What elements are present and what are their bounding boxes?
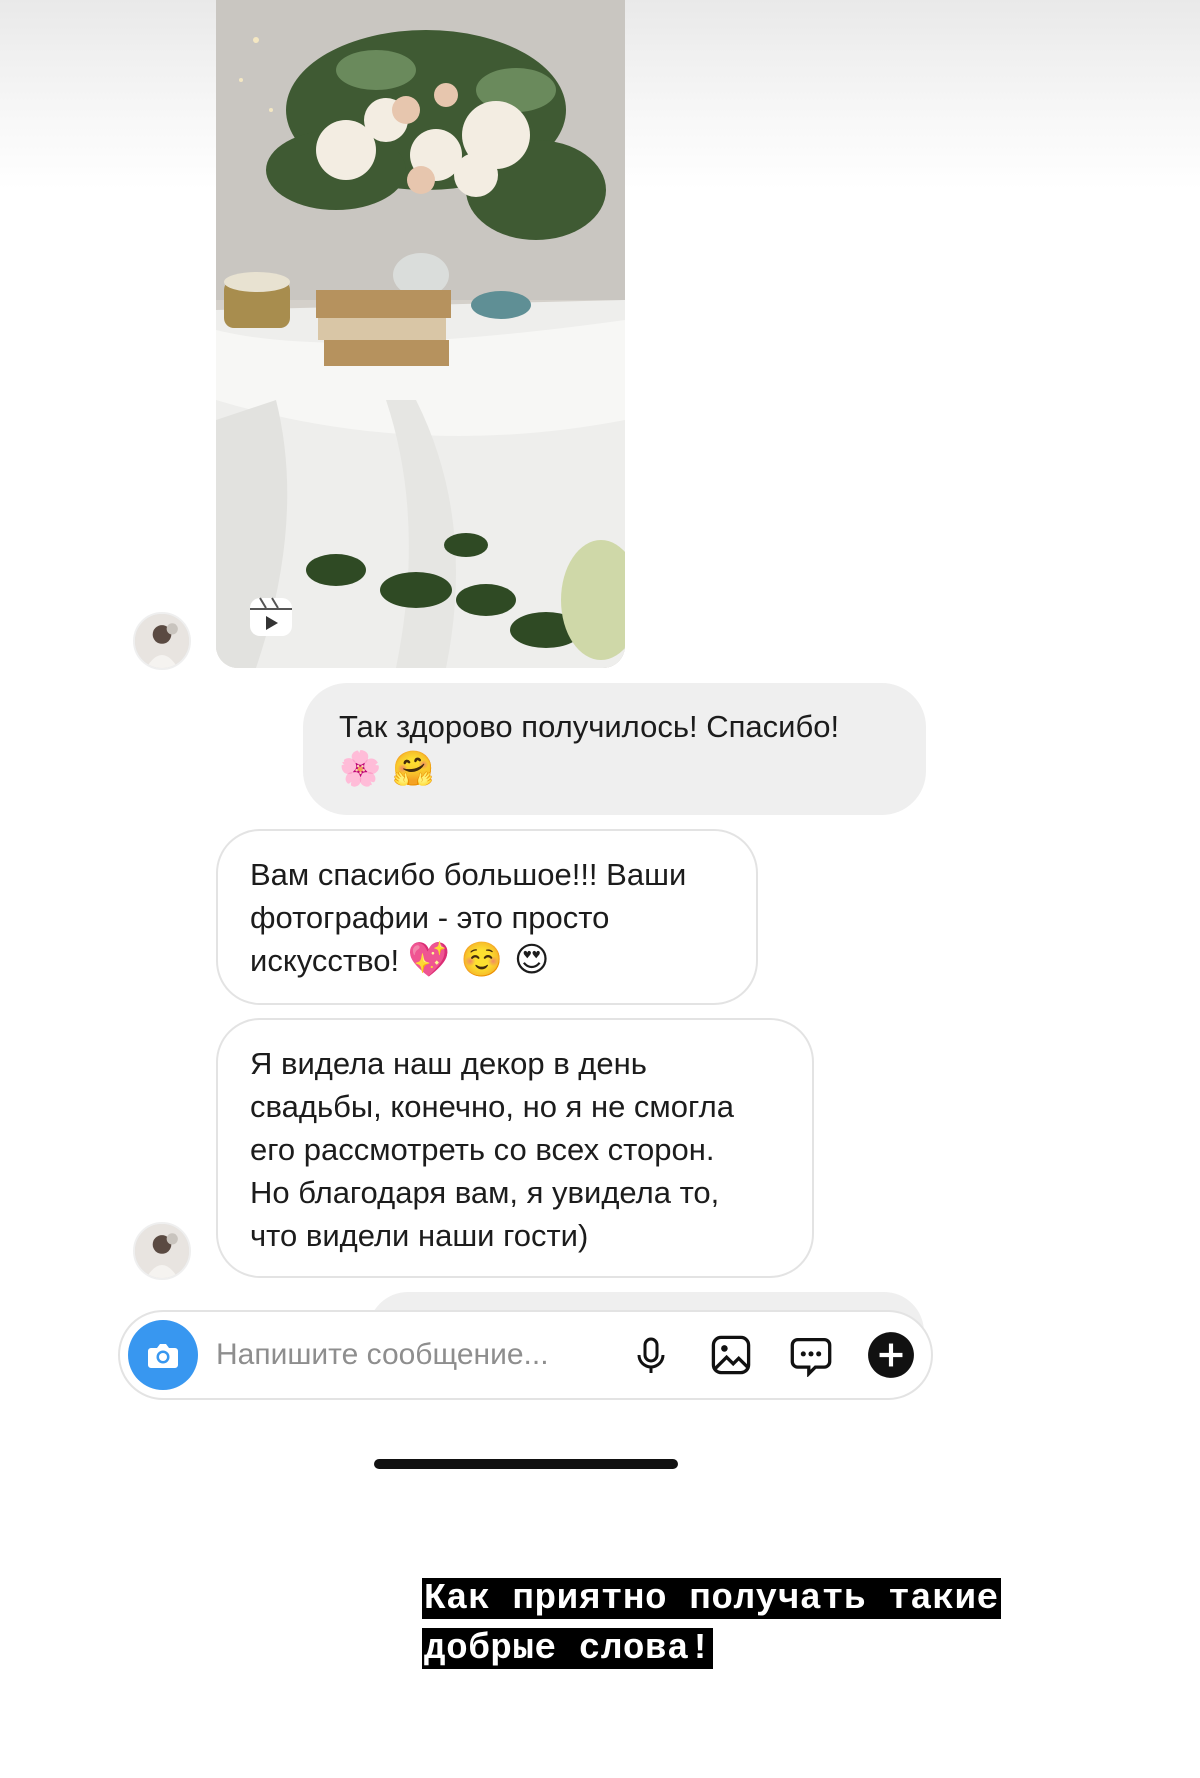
- message-line: что видели наши гости): [250, 1218, 589, 1253]
- message-composer: [118, 1310, 933, 1400]
- reels-icon: [248, 594, 294, 640]
- message-incoming[interactable]: Вам спасибо большое!!! Ваши фотографии -…: [216, 829, 758, 1005]
- story-caption: Как приятно получать такие добрые слова!: [422, 1574, 1098, 1674]
- message-text: Так здорово получилось! Спасибо!: [339, 709, 840, 744]
- sticker-icon[interactable]: [785, 1329, 837, 1381]
- caption-line: Как приятно получать такие: [422, 1578, 1001, 1619]
- caption-line: добрые слова!: [422, 1628, 714, 1669]
- gallery-icon[interactable]: [705, 1329, 757, 1381]
- reel-thumbnail: [216, 0, 625, 668]
- message-line: искусство!: [250, 943, 400, 978]
- contact-avatar[interactable]: [133, 612, 191, 670]
- message-line: Я видела наш декор в день: [250, 1046, 647, 1081]
- contact-avatar[interactable]: [133, 1222, 191, 1280]
- message-line: фотографии - это просто: [250, 900, 610, 935]
- camera-button[interactable]: [128, 1320, 198, 1390]
- message-incoming[interactable]: Я видела наш декор в день свадьбы, конеч…: [216, 1018, 814, 1278]
- home-indicator: [374, 1459, 678, 1469]
- message-line-with-emoji: искусство! 💖 ☺️ 😍: [250, 939, 724, 982]
- message-line: Но благодаря вам, я увидела то,: [250, 1175, 720, 1210]
- plus-icon[interactable]: [865, 1329, 917, 1381]
- microphone-icon[interactable]: [625, 1329, 677, 1381]
- message-emoji: 🌸 🤗: [339, 749, 435, 789]
- message-line: Вам спасибо большое!!! Ваши: [250, 857, 687, 892]
- message-outgoing[interactable]: Так здорово получилось! Спасибо! 🌸 🤗: [303, 683, 926, 815]
- chat-screen: Так здорово получилось! Спасибо! 🌸 🤗 Вам…: [0, 0, 1200, 1778]
- shared-reel[interactable]: [216, 0, 625, 668]
- message-emoji: 💖 ☺️ 😍: [407, 940, 550, 980]
- message-line: его рассмотреть со всех сторон.: [250, 1132, 715, 1167]
- camera-icon: [148, 1344, 178, 1368]
- message-input[interactable]: [216, 1338, 597, 1372]
- message-line: свадьбы, конечно, но я не смогла: [250, 1089, 734, 1124]
